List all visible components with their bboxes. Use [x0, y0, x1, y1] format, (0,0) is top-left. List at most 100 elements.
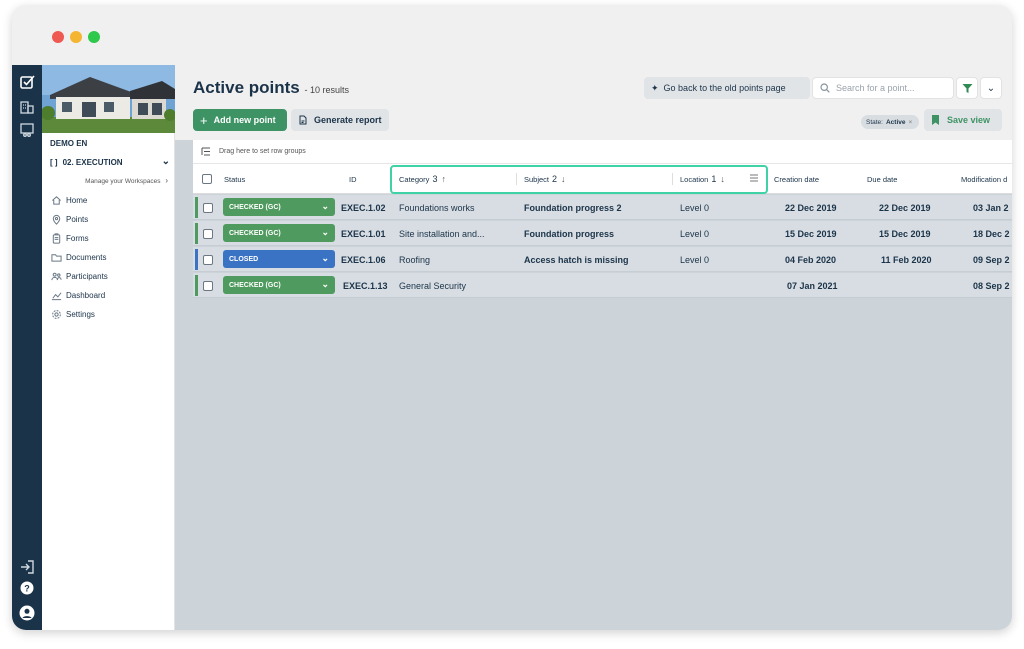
cell-id: EXEC.1.01	[341, 228, 386, 239]
row-checkbox[interactable]	[203, 229, 213, 239]
page-title: Active points - 10 results	[193, 78, 350, 97]
select-all-checkbox[interactable]	[202, 164, 212, 194]
minimize-window-button[interactable]	[70, 31, 82, 43]
more-options-button[interactable]: ⌄	[980, 77, 1002, 99]
gear-icon	[50, 309, 62, 321]
cell-modification-date: 18 Dec 2	[973, 228, 1010, 239]
table-row[interactable]: CLOSED ⌄ EXEC.1.06 Roofing Access hatch i…	[193, 247, 1012, 272]
app-window: ? DEMO EN [] 02. EXECUTION ⌄ Manage you…	[12, 5, 1012, 630]
clipboard-icon	[50, 233, 62, 245]
logout-icon[interactable]	[18, 558, 36, 576]
generate-report-button[interactable]: Generate report	[291, 109, 389, 131]
toolbar: Active points - 10 results ✦ Go back to …	[175, 65, 1012, 140]
cell-location: Level 0	[680, 254, 710, 265]
chevron-down-icon: ⌄	[321, 279, 329, 289]
bookmark-icon	[932, 115, 939, 125]
sidebar-item-forms[interactable]: Forms	[50, 229, 108, 248]
status-dropdown[interactable]: CLOSED ⌄	[223, 250, 335, 268]
cell-creation-date: 15 Dec 2019	[785, 228, 837, 239]
pin-icon	[50, 214, 62, 226]
sidebar-item-participants[interactable]: Participants	[50, 267, 108, 286]
filter-icon	[962, 83, 972, 93]
chevron-down-icon: ⌄	[321, 227, 329, 237]
checklist-icon[interactable]	[18, 73, 36, 91]
row-checkbox[interactable]	[203, 255, 213, 265]
status-dropdown[interactable]: CHECKED (GC) ⌄	[223, 198, 335, 216]
search-input[interactable]: Search for a point...	[812, 77, 954, 99]
row-checkbox[interactable]	[203, 203, 213, 213]
column-header-due-date[interactable]: Due date	[867, 164, 897, 194]
cell-modification-date: 08 Sep 2	[973, 280, 1010, 291]
cell-subject	[524, 273, 674, 298]
column-header-modification-date[interactable]: Modification d	[961, 164, 1007, 194]
column-header-status[interactable]: Status	[224, 164, 245, 194]
cell-location: Level 0	[680, 202, 710, 213]
sidebar-item-dashboard[interactable]: Dashboard	[50, 286, 108, 305]
table-row[interactable]: CHECKED (GC) ⌄ EXEC.1.02 Foundations work…	[193, 195, 1012, 220]
remove-filter-icon[interactable]: ×	[909, 119, 913, 126]
report-icon	[299, 115, 307, 125]
svg-text:?: ?	[24, 584, 30, 594]
expand-icon: [ ]	[50, 157, 58, 167]
save-view-button[interactable]: Save view	[924, 109, 1002, 131]
state-filter-chip[interactable]: State: Active ×	[861, 115, 919, 129]
chevron-right-icon: ›	[165, 176, 168, 185]
cell-creation-date: 04 Feb 2020	[785, 254, 837, 265]
sidebar-nav: Home Points Forms Documents Participants…	[50, 191, 108, 324]
project-photo	[42, 65, 175, 133]
workspace-name: 02. EXECUTION	[62, 157, 123, 167]
search-icon	[820, 83, 830, 93]
table-row[interactable]: CHECKED (GC) ⌄ EXEC.1.13 General Security…	[193, 273, 1012, 298]
buildings-icon[interactable]	[18, 98, 36, 116]
people-icon	[50, 271, 62, 283]
results-count: - 10 results	[304, 85, 350, 95]
main-content: Active points - 10 results ✦ Go back to …	[175, 65, 1012, 630]
cell-category: General Security	[399, 280, 467, 291]
chevron-down-icon: ⌄	[321, 253, 329, 263]
sidebar-item-home[interactable]: Home	[50, 191, 108, 210]
sidebar-item-documents[interactable]: Documents	[50, 248, 108, 267]
column-header-creation-date[interactable]: Creation date	[774, 164, 819, 194]
manage-workspaces-link[interactable]: Manage your Workspaces ›	[42, 176, 168, 185]
icon-rail: ?	[12, 65, 42, 630]
user-avatar-icon[interactable]	[18, 604, 36, 622]
add-new-point-button[interactable]: + Add new point	[193, 109, 287, 131]
people-board-icon[interactable]	[18, 121, 36, 139]
cell-due-date: 15 Dec 2019	[879, 228, 931, 239]
status-dropdown[interactable]: CHECKED (GC) ⌄	[223, 224, 335, 242]
cell-subject: Foundation progress	[524, 228, 614, 239]
cell-location: Level 0	[680, 228, 710, 239]
filter-button[interactable]	[956, 77, 978, 99]
chevron-down-icon: ⌄	[161, 156, 170, 167]
cell-modification-date: 03 Jan 2	[973, 202, 1009, 213]
sidebar-item-settings[interactable]: Settings	[50, 305, 108, 324]
cell-subject: Foundation progress 2	[524, 202, 622, 213]
cell-category: Roofing	[399, 254, 431, 265]
home-icon	[50, 195, 62, 207]
column-header-id[interactable]: ID	[349, 164, 357, 194]
workspace-selector[interactable]: [ ] 02. EXECUTION ⌄	[50, 155, 170, 169]
cell-due-date: 11 Feb 2020	[881, 254, 932, 265]
cell-creation-date: 22 Dec 2019	[785, 202, 837, 213]
chevron-down-icon: ⌄	[986, 82, 996, 94]
chart-icon	[50, 290, 62, 302]
row-groups-icon	[201, 147, 210, 156]
help-icon[interactable]: ?	[18, 579, 36, 597]
table-row[interactable]: CHECKED (GC) ⌄ EXEC.1.01 Site installatio…	[193, 221, 1012, 246]
cell-id: EXEC.1.13	[343, 280, 388, 291]
maximize-window-button[interactable]	[88, 31, 100, 43]
cell-category: Foundations works	[399, 202, 475, 213]
sparkle-icon: ✦	[651, 82, 659, 93]
row-checkbox[interactable]	[203, 281, 213, 291]
status-dropdown[interactable]: CHECKED (GC) ⌄	[223, 276, 335, 294]
points-grid: Drag here to set row groups Status ID Ca…	[193, 140, 1012, 630]
sorted-columns-highlight	[390, 165, 768, 194]
cell-modification-date: 09 Sep 2	[973, 254, 1010, 265]
cell-due-date: 22 Dec 2019	[879, 202, 931, 213]
row-group-dropzone[interactable]: Drag here to set row groups	[193, 140, 1012, 164]
old-points-page-button[interactable]: ✦ Go back to the old points page	[644, 77, 810, 99]
sidebar-item-points[interactable]: Points	[50, 210, 108, 229]
cell-creation-date: 07 Jan 2021	[787, 280, 838, 291]
close-window-button[interactable]	[52, 31, 64, 43]
chevron-down-icon: ⌄	[321, 201, 329, 211]
